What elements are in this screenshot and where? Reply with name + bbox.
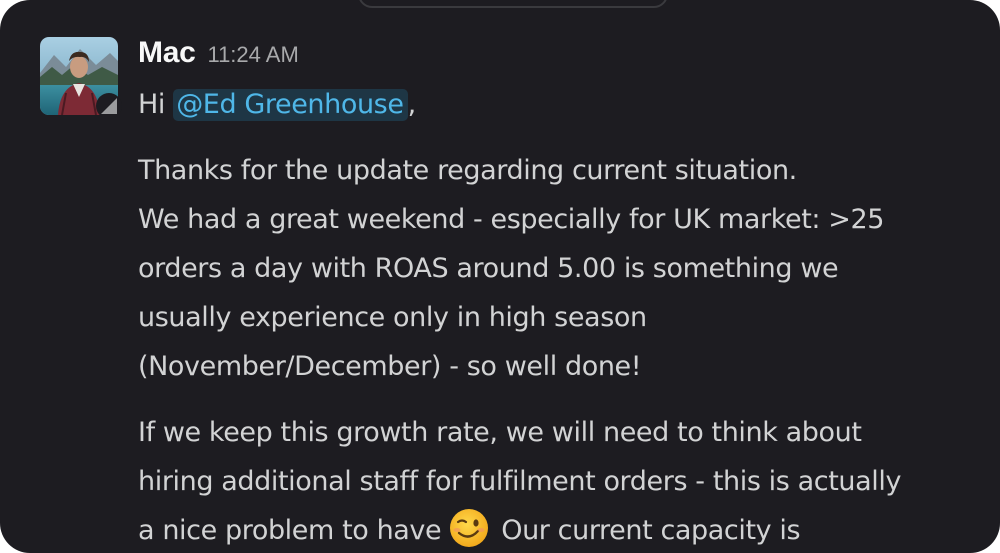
- greeting-line: Hi @Ed Greenhouse,: [138, 80, 998, 129]
- message-paragraph-1: Thanks for the update regarding current …: [138, 146, 998, 391]
- paragraph-line: If we keep this growth rate, we will nee…: [138, 417, 862, 448]
- sender-name[interactable]: Mac: [138, 36, 196, 69]
- paragraph-line: Thanks for the update regarding current …: [138, 155, 797, 186]
- message-header: Mac 11:24 AM: [138, 36, 299, 76]
- message-window: Mac 11:24 AM Hi @Ed Greenhouse, Thanks fo…: [0, 0, 1000, 553]
- winking-face-emoji-icon: [450, 509, 489, 547]
- status-away-icon: [96, 93, 122, 119]
- paragraph-line: hiring additional staff for fulfilment o…: [138, 466, 902, 497]
- user-mention[interactable]: @Ed Greenhouse: [173, 89, 408, 121]
- paragraph-line: usually experience only in high season: [138, 302, 647, 333]
- greeting-prefix: Hi: [138, 89, 174, 120]
- message-body: Hi @Ed Greenhouse, Thanks for the update…: [138, 80, 998, 553]
- paragraph-line: (November/December) - so well done!: [138, 351, 642, 382]
- greeting-suffix: ,: [407, 89, 417, 120]
- message-paragraph-2: If we keep this growth rate, we will nee…: [138, 408, 998, 553]
- paragraph-line: orders a day with ROAS around 5.00 is so…: [138, 253, 839, 284]
- paragraph-line: We had a great weekend - especially for …: [138, 204, 885, 235]
- paragraph-line: Our current capacity is: [501, 515, 801, 546]
- message-timestamp[interactable]: 11:24 AM: [207, 42, 298, 67]
- paragraph-line: a nice problem to have: [138, 515, 442, 546]
- new-messages-pill[interactable]: [358, 0, 668, 8]
